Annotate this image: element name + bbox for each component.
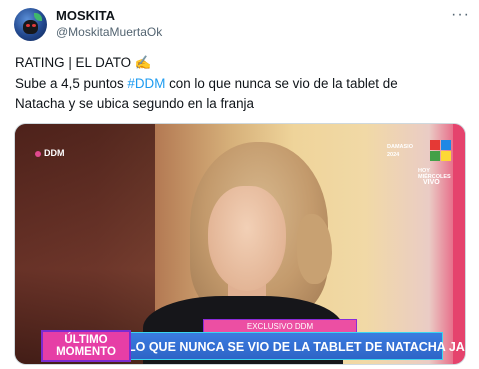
author-handle[interactable]: @MoskitaMuertaOk (56, 25, 162, 39)
tweet-media-image[interactable]: DDM DAMASIO 2024 HOY MIÉRCOLES VIVO EXCL… (14, 123, 466, 365)
tweet-text-line-2: Sube a 4,5 puntos #DDM con lo que nunca … (15, 74, 398, 93)
tweet-text: Sube a 4,5 puntos (15, 76, 128, 91)
ultimo-momento-badge: ÚLTIMO MOMENTO (41, 330, 131, 362)
channel-bug: DDM (35, 148, 65, 158)
network-text: 2024 (387, 152, 400, 158)
eye-shape (26, 24, 30, 27)
background-shape (15, 124, 155, 364)
eye-shape (32, 24, 36, 27)
hashtag-link[interactable]: #DDM (127, 76, 165, 91)
author-name[interactable]: MOSKITA (56, 8, 115, 23)
momento-label: MOMENTO (56, 346, 116, 358)
tweet-text-line-3: Natacha y se ubica segundo en la franja (15, 96, 254, 111)
channel-bug-label: DDM (44, 148, 65, 158)
more-options-icon[interactable]: ··· (451, 6, 470, 24)
ultimo-label: ÚLTIMO (64, 334, 108, 346)
network-logo-icon (430, 140, 452, 162)
mosquito-figure (23, 20, 38, 34)
leaf-shape (34, 13, 42, 21)
network-text: DAMASIO (387, 144, 413, 150)
tweet-text: con lo que nunca se vio de la tablet de (165, 76, 398, 91)
live-label: VIVO (423, 179, 440, 186)
network-logo-block: DAMASIO 2024 HOY MIÉRCOLES VIVO (375, 138, 455, 192)
avatar[interactable] (14, 8, 47, 41)
tweet-text-line-1: RATING | EL DATO ✍️ (15, 55, 152, 70)
dot-icon (35, 150, 41, 157)
person-face (208, 186, 286, 291)
headline-banner: LO QUE NUNCA SE VIO DE LA TABLET DE NATA… (127, 332, 465, 360)
